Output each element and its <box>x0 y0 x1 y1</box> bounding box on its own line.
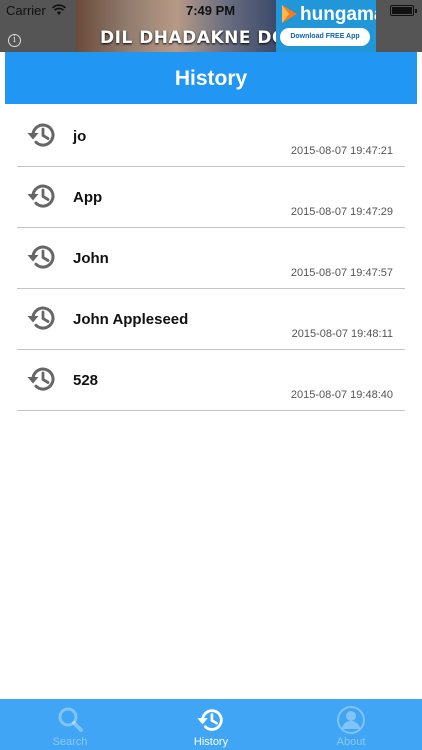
history-item-title: John <box>73 250 109 267</box>
history-item-title: jo <box>73 128 87 145</box>
status-time: 7:49 PM <box>186 3 236 18</box>
history-icon <box>27 306 55 330</box>
history-row[interactable]: 528 2015-08-07 19:48:40 <box>17 350 405 411</box>
person-icon <box>337 706 365 734</box>
history-item-title: App <box>73 189 103 206</box>
ad-download-button[interactable]: Download FREE App <box>280 28 370 46</box>
carrier-label: Carrier <box>6 3 46 18</box>
tab-history-label: History <box>193 736 229 748</box>
history-row[interactable]: App 2015-08-07 19:47:29 <box>17 167 405 228</box>
nav-bar: History <box>5 52 417 104</box>
history-row[interactable]: John Appleseed 2015-08-07 19:48:11 <box>17 289 405 350</box>
status-bar: Carrier 7:49 PM <box>0 0 422 22</box>
tab-about[interactable]: About <box>281 699 421 750</box>
history-item-time: 2015-08-07 19:47:29 <box>290 206 393 218</box>
history-item-title: John Appleseed <box>73 311 189 328</box>
history-icon <box>27 123 55 147</box>
history-row[interactable]: jo 2015-08-07 19:47:21 <box>17 106 405 167</box>
history-icon <box>27 367 55 391</box>
top-strip: i DIL DHADAKNE DO hungama Download FREE … <box>0 0 422 52</box>
page-title: History <box>174 67 248 90</box>
info-icon[interactable]: i <box>8 34 21 47</box>
history-item-title: 528 <box>73 372 99 389</box>
history-item-time: 2015-08-07 19:48:40 <box>290 389 393 401</box>
history-list: jo 2015-08-07 19:47:21 App 2015-08-07 19… <box>17 106 405 411</box>
wifi-icon <box>52 4 66 15</box>
tab-search-label: Search <box>52 736 88 748</box>
history-icon <box>197 709 223 731</box>
ad-title: DIL DHADAKNE DO <box>100 28 287 48</box>
history-icon <box>27 184 55 208</box>
search-icon <box>58 707 83 732</box>
history-icon <box>27 245 55 269</box>
tab-bar: Search History About <box>0 699 422 750</box>
battery-icon <box>390 5 417 16</box>
history-item-time: 2015-08-07 19:48:11 <box>291 328 393 340</box>
tab-about-label: About <box>336 736 366 748</box>
history-row[interactable]: John 2015-08-07 19:47:57 <box>17 228 405 289</box>
history-item-time: 2015-08-07 19:47:57 <box>290 267 393 279</box>
history-item-time: 2015-08-07 19:47:21 <box>290 145 393 157</box>
tab-history[interactable]: History <box>141 699 281 750</box>
tab-search[interactable]: Search <box>0 699 140 750</box>
